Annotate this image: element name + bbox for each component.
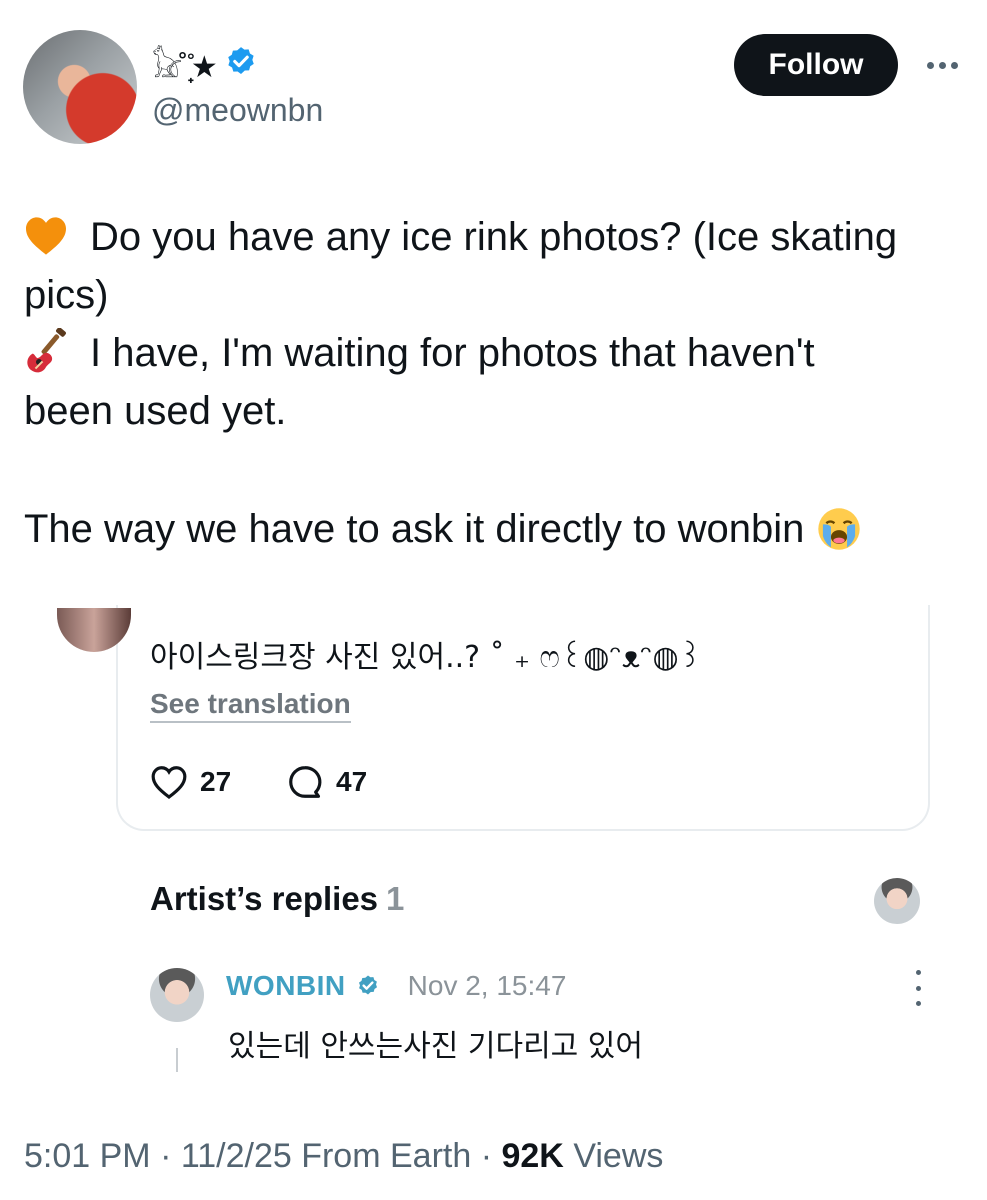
reply-stat[interactable]: 47 xyxy=(286,760,367,804)
artist-badge-icon xyxy=(358,975,377,995)
verified-badge-icon xyxy=(228,47,254,75)
tweet-line-4: been used yet. xyxy=(24,389,287,433)
reply-count: 47 xyxy=(336,766,368,797)
views-label: Views xyxy=(573,1137,664,1175)
post-time[interactable]: 5:01 PM xyxy=(24,1137,151,1175)
more-vertical-icon[interactable] xyxy=(912,970,924,1006)
guitar-icon xyxy=(27,328,66,373)
tweet-line-3-text: I have, I'm waiting for photos that have… xyxy=(90,331,815,375)
heart-icon xyxy=(151,766,187,800)
post-source: From Earth xyxy=(301,1137,472,1175)
post-metadata: 5:01 PM · 11/2/25 From Earth · 92K Views xyxy=(24,1137,664,1175)
artist-avatar-small[interactable] xyxy=(874,878,920,924)
author-handle[interactable]: @meownbn xyxy=(152,92,323,129)
tweet-line-2: pics) xyxy=(24,273,109,317)
reply-text: 있는데 안쓰는사진 기다리고 있어 xyxy=(228,1029,644,1064)
like-count: 27 xyxy=(200,766,232,797)
more-horizontal-icon[interactable] xyxy=(922,50,962,80)
tweet-line-5-text: The way we have to ask it directly to wo… xyxy=(24,507,805,551)
orange-heart-icon xyxy=(26,217,66,255)
reply-date: Nov 2, 15:47 xyxy=(407,970,567,1001)
tweet-line-3: I have, I'm waiting for photos that have… xyxy=(24,324,815,382)
comment-bubble-icon xyxy=(289,766,322,798)
views-count: 92K xyxy=(501,1137,564,1175)
reply-author-avatar[interactable] xyxy=(150,968,204,1022)
artist-replies-count: 1 xyxy=(386,880,405,917)
tweet-line-1-text: Do you have any ice rink photos? (Ice sk… xyxy=(90,215,898,259)
artist-replies-heading: Artist’s replies 1 xyxy=(150,880,404,918)
reply-author-name: WONBIN xyxy=(226,970,346,1001)
tweet-line-1: Do you have any ice rink photos? (Ice sk… xyxy=(24,208,897,266)
reply-author[interactable]: WONBIN Nov 2, 15:47 xyxy=(226,970,566,1002)
thread-line xyxy=(176,1048,178,1072)
author-display-name[interactable]: 𓃠̊ ̟̊★ xyxy=(152,42,258,84)
author-avatar[interactable] xyxy=(23,30,137,144)
post-date[interactable]: 11/2/25 xyxy=(181,1137,292,1175)
follow-button[interactable]: Follow xyxy=(734,34,898,96)
artist-replies-title: Artist’s replies xyxy=(150,880,379,917)
quoted-post-text: 아이스링크장 사진 있어..? ˚ ₊ ෆ꒰◍ᵔᴥᵔ◍꒱ xyxy=(150,640,703,675)
loudly-crying-face-icon xyxy=(818,508,861,550)
like-stat[interactable]: 27 xyxy=(150,760,231,804)
tweet-line-5: The way we have to ask it directly to wo… xyxy=(24,500,862,558)
display-name-text: 𓃠̊ ̟̊★ xyxy=(152,51,218,84)
see-translation-link[interactable]: See translation xyxy=(150,688,351,723)
